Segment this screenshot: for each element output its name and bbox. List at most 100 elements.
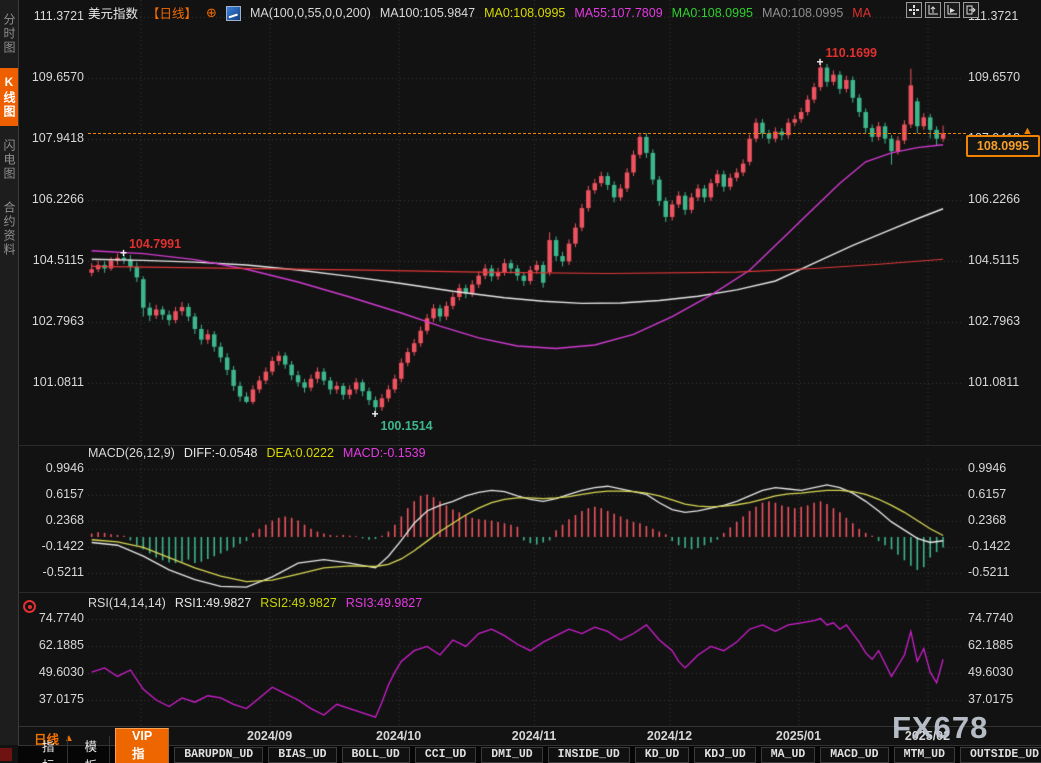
- trading-app-window: 分时图 K线图闪电图合约资料 美元指数【日线】 ⊕ MA(100,0,55,0,0,2…: [0, 0, 1041, 763]
- price-annotation: 110.1699: [826, 46, 877, 60]
- y-axis-zoom-icon[interactable]: [925, 2, 941, 18]
- axis-label: 107.9418: [28, 131, 84, 145]
- toolbar-tab-模板[interactable]: 模板: [73, 736, 111, 763]
- dea-value: DEA:0.0222: [266, 446, 333, 460]
- record-dot-icon[interactable]: [23, 600, 36, 613]
- macd-params: MACD(26,12,9): [88, 446, 175, 460]
- indicator-button-CCI_UD[interactable]: CCI_UD: [415, 747, 476, 763]
- sidebar-tab-闪电图[interactable]: 闪电图: [0, 132, 18, 188]
- axis-label: 62.1885: [968, 638, 1013, 652]
- main-chart-legend: 美元指数【日线】 ⊕ MA(100,0,55,0,0,200) MA100:105.9…: [88, 3, 871, 22]
- axis-label: 111.3721: [28, 9, 84, 23]
- macd-legend: MACD(26,12,9) DIFF:-0.0548 DEA:0.0222 MACD:…: [88, 446, 426, 460]
- indicator-button-INSIDE_UD[interactable]: INSIDE_UD: [548, 747, 630, 763]
- red-status-square: [0, 748, 12, 761]
- axis-label: -0.5211: [28, 565, 84, 579]
- axis-label: 0.2368: [28, 513, 84, 527]
- extreme-cross-marker: +: [372, 410, 379, 418]
- diff-value: DIFF:-0.0548: [184, 446, 258, 460]
- sidebar-tab-K线图[interactable]: K线图: [0, 68, 18, 126]
- axis-label: 37.0175: [28, 692, 84, 706]
- axis-label: 102.7963: [28, 314, 84, 328]
- indicator-button-DMI_UD[interactable]: DMI_UD: [481, 747, 542, 763]
- axis-label: 106.2266: [968, 192, 1020, 206]
- axis-label: -0.1422: [968, 539, 1010, 553]
- sidebar-tab-分时图[interactable]: 分时图: [0, 6, 18, 62]
- pan-tool-icon[interactable]: [906, 2, 922, 18]
- axis-label: 74.7740: [28, 611, 84, 625]
- axis-label: 101.0811: [28, 375, 84, 389]
- macd-value: MACD:-0.1539: [343, 446, 426, 460]
- axis-label: 0.6157: [28, 487, 84, 501]
- watermark-logo: FX678: [892, 710, 988, 746]
- price-chart-canvas[interactable]: [88, 0, 962, 445]
- detach-window-icon[interactable]: [963, 2, 979, 18]
- ma-truncated: MA: [852, 6, 871, 20]
- axis-label: 49.6030: [28, 665, 84, 679]
- rsi-legend: RSI(14,14,14) RSI1:49.9827 RSI2:49.9827 RSI…: [88, 596, 422, 610]
- axis-label: 104.5115: [28, 253, 84, 267]
- axis-label: -0.5211: [968, 565, 1009, 579]
- indicator-button-KD_UD[interactable]: KD_UD: [635, 747, 690, 763]
- indicator-button-BOLL_UD[interactable]: BOLL_UD: [342, 747, 410, 763]
- bottom-toolbar: 指标模板VIP指标BARUPDN_UDBIAS_UDBOLL_UDCCI_UDD…: [18, 745, 1041, 763]
- ma100-value: MA100:105.9847: [380, 6, 475, 20]
- plus-circle-icon[interactable]: ⊕: [206, 6, 217, 19]
- axis-label: 109.6570: [968, 70, 1020, 84]
- axis-label: 109.6570: [28, 70, 84, 84]
- month-label: 2024/10: [376, 729, 421, 743]
- axis-label: 101.0811: [968, 375, 1019, 389]
- rsi2-value: RSI2:49.9827: [260, 596, 336, 610]
- last-price-tag: 108.0995: [966, 135, 1040, 157]
- axis-label: 49.6030: [968, 665, 1013, 679]
- chart-title: 美元指数: [88, 3, 138, 22]
- indicator-button-BARUPDN_UD[interactable]: BARUPDN_UD: [174, 747, 263, 763]
- toolbar-tab-指标[interactable]: 指标: [30, 736, 68, 763]
- month-label: 2024/11: [512, 729, 557, 743]
- month-label: 2024/09: [247, 729, 292, 743]
- ma0-value-gray: MA0:108.0995: [762, 6, 843, 20]
- rsi1-value: RSI1:49.9827: [175, 596, 251, 610]
- month-label: 2025/01: [776, 729, 821, 743]
- chart-type-sidebar: 分时图 K线图闪电图合约资料: [0, 0, 19, 745]
- axis-label: 102.7963: [968, 314, 1020, 328]
- axis-label: 104.5115: [968, 253, 1019, 267]
- chart-toolbar: [906, 2, 979, 18]
- time-axis: 日线 ▲ 2024/082024/092024/102024/112024/12…: [18, 726, 1041, 746]
- indicator-button-MACD_UD[interactable]: MACD_UD: [820, 747, 888, 763]
- playback-icon[interactable]: [944, 2, 960, 18]
- axis-label: 62.1885: [28, 638, 84, 652]
- ma0-value-green: MA0:108.0995: [672, 6, 753, 20]
- indicator-button-MA_UD[interactable]: MA_UD: [761, 747, 816, 763]
- axis-label: 0.2368: [968, 513, 1006, 527]
- indicator-button-BIAS_UD[interactable]: BIAS_UD: [268, 747, 336, 763]
- ma0-value-yellow: MA0:108.0995: [484, 6, 565, 20]
- axis-label: 0.6157: [968, 487, 1006, 501]
- sidebar-tab-合约资料[interactable]: 合约资料: [0, 194, 18, 264]
- last-price-line: [88, 133, 966, 134]
- indicator-button-KDJ_UD[interactable]: KDJ_UD: [694, 747, 755, 763]
- price-annotation: 100.1514: [381, 419, 433, 433]
- axis-label: 106.2266: [28, 192, 84, 206]
- indicator-button-MTM_UD[interactable]: MTM_UD: [894, 747, 955, 763]
- mini-chart-icon[interactable]: [226, 6, 241, 21]
- axis-label: -0.1422: [28, 539, 84, 553]
- axis-label: 74.7740: [968, 611, 1013, 625]
- axis-label: 37.0175: [968, 692, 1013, 706]
- axis-label: 0.9946: [968, 461, 1006, 475]
- price-annotation: 104.7991: [129, 237, 181, 251]
- rsi3-value: RSI3:49.9827: [346, 596, 422, 610]
- indicator-button-OUTSIDE_UD[interactable]: OUTSIDE_UD: [960, 747, 1041, 763]
- axis-label: 0.9946: [28, 461, 84, 475]
- macd-panel-canvas[interactable]: [88, 460, 962, 592]
- extreme-cross-marker: +: [120, 249, 127, 257]
- period-tag: 【日线】: [147, 3, 197, 22]
- toolbar-tab-vip[interactable]: VIP指标: [115, 728, 169, 763]
- extreme-cross-marker: +: [817, 58, 824, 66]
- price-up-arrow-icon: ▲: [1022, 125, 1033, 137]
- ma55-value: MA55:107.7809: [574, 6, 662, 20]
- rsi-panel-canvas[interactable]: [88, 600, 962, 726]
- rsi-params: RSI(14,14,14): [88, 596, 166, 610]
- ma-params: MA(100,0,55,0,0,200): [250, 6, 371, 20]
- month-label: 2024/12: [647, 729, 692, 743]
